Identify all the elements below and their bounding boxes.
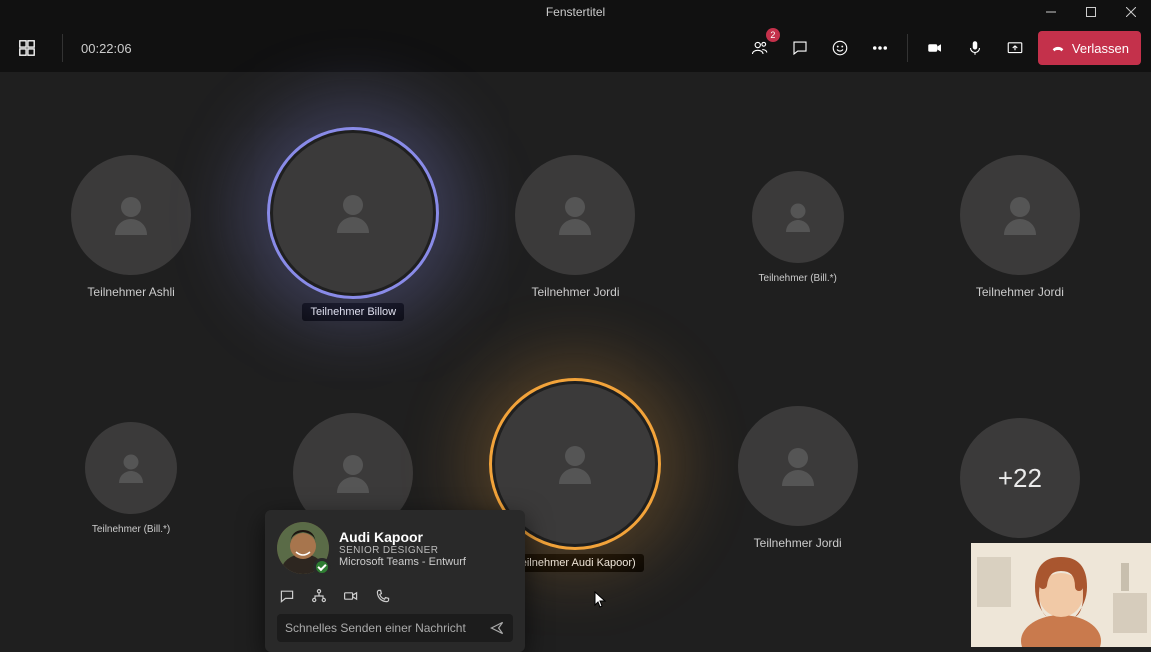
self-video-image — [971, 543, 1151, 647]
window-close-button[interactable] — [1111, 0, 1151, 24]
quick-message-input[interactable] — [285, 621, 481, 635]
participant-tile[interactable]: Teilnehmer Billow — [242, 102, 464, 353]
avatar-placeholder-icon — [85, 422, 177, 514]
meeting-timer: 00:22:06 — [81, 41, 132, 56]
participant-name: Teilnehmer Jordi — [754, 536, 842, 550]
people-badge: 2 — [766, 28, 780, 42]
avatar-placeholder-icon — [960, 155, 1080, 275]
participant-tile[interactable]: Teilnehmer Jordi — [687, 353, 909, 604]
participant-name: Teilnehmer (Bill.*) — [759, 273, 837, 284]
leave-meeting-button[interactable]: Verlassen — [1038, 31, 1141, 65]
camera-toggle-button[interactable] — [918, 31, 952, 65]
chat-action-button[interactable] — [279, 588, 295, 604]
participant-name: Teilnehmer (Bill.*) — [92, 524, 170, 535]
contact-card: Audi Kapoor SENIOR DESIGNER Microsoft Te… — [265, 510, 525, 652]
avatar-placeholder-icon — [515, 155, 635, 275]
participant-tile[interactable]: Teilnehmer (Bill.*) — [20, 353, 242, 604]
toolbar-divider — [62, 34, 63, 62]
avatar-placeholder-icon — [273, 133, 433, 293]
more-actions-button[interactable] — [863, 31, 897, 65]
reactions-button[interactable] — [823, 31, 857, 65]
avatar-placeholder-icon — [752, 171, 844, 263]
participant-name: Teilnehmer Billow — [302, 303, 404, 321]
window-minimize-button[interactable] — [1031, 0, 1071, 24]
self-video-preview[interactable] — [971, 543, 1151, 647]
contact-team: Microsoft Teams - Entwurf — [339, 556, 466, 568]
meeting-stage: Teilnehmer Ashli Teilnehmer Billow Teiln… — [0, 72, 1151, 647]
window-title-bar: Fenstertitel — [0, 0, 1151, 24]
gallery-layout-button[interactable] — [10, 31, 44, 65]
participant-name: Teilnehmer Jordi — [531, 285, 619, 299]
participant-name: Teilnehmer Jordi — [976, 285, 1064, 299]
participant-tile[interactable]: Teilnehmer Jordi — [909, 102, 1131, 353]
participant-tile[interactable]: Teilnehmer (Bill.*) — [687, 102, 909, 353]
window-title: Fenstertitel — [546, 5, 605, 19]
leave-button-label: Verlassen — [1072, 41, 1129, 56]
participant-name: Teilnehmer Audi Kapoor) — [507, 554, 643, 572]
overflow-avatar: +22 — [960, 418, 1080, 538]
overflow-count: +22 — [998, 463, 1042, 494]
send-icon[interactable] — [489, 620, 505, 636]
contact-name: Audi Kapoor — [339, 529, 466, 545]
participant-tile[interactable]: Teilnehmer Ashli — [20, 102, 242, 353]
presence-available-icon — [313, 558, 331, 576]
avatar-placeholder-icon — [738, 406, 858, 526]
participant-grid: Teilnehmer Ashli Teilnehmer Billow Teiln… — [20, 102, 1131, 603]
share-screen-button[interactable] — [998, 31, 1032, 65]
chat-button[interactable] — [783, 31, 817, 65]
toolbar-divider — [907, 34, 908, 62]
participant-name: Teilnehmer Ashli — [87, 285, 174, 299]
people-button[interactable]: 2 — [743, 31, 777, 65]
meeting-toolbar: 00:22:06 2 Verlassen — [0, 24, 1151, 72]
avatar-placeholder-icon — [71, 155, 191, 275]
contact-role: SENIOR DESIGNER — [339, 545, 466, 556]
window-maximize-button[interactable] — [1071, 0, 1111, 24]
mic-toggle-button[interactable] — [958, 31, 992, 65]
participant-tile[interactable]: Teilnehmer Jordi — [464, 102, 686, 353]
audio-call-action-button[interactable] — [375, 588, 391, 604]
contact-avatar — [277, 522, 329, 574]
org-chart-action-button[interactable] — [311, 588, 327, 604]
video-call-action-button[interactable] — [343, 588, 359, 604]
